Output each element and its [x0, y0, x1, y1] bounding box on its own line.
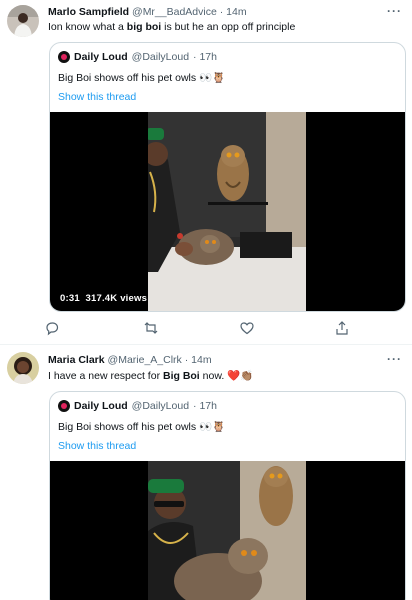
avatar[interactable] [7, 352, 39, 384]
tweet-header: Marlo Sampfield @Mr__BadAdvice · 14m [48, 6, 247, 18]
video-duration: 0:31 [60, 293, 80, 304]
quote-author-handle: @DailyLoud [131, 400, 190, 412]
quote-header: Daily Loud @DailyLoud · 17h [58, 400, 217, 412]
author-name[interactable]: Marlo Sampfield [48, 6, 129, 18]
video-player[interactable] [50, 461, 405, 600]
author-name[interactable]: Maria Clark [48, 354, 105, 366]
tweet-text-part: is but he an opp off principle [161, 21, 296, 33]
quote-author-handle: @DailyLoud [131, 51, 190, 63]
quote-header: Daily Loud @DailyLoud · 17h [58, 51, 217, 63]
quoted-tweet[interactable]: Daily Loud @DailyLoud · 17h Big Boi show… [49, 42, 406, 312]
tweet-header: Maria Clark @Marie_A_Clrk · 14m [48, 354, 212, 366]
quote-text: Big Boi shows off his pet owls 👀🦉 [58, 72, 226, 84]
tweet-text-bold: big boi [126, 21, 162, 33]
timestamp[interactable]: · 14m [220, 6, 247, 18]
quote-author-name: Daily Loud [74, 51, 128, 63]
author-handle[interactable]: @Mr__BadAdvice [132, 6, 217, 18]
tweet-actions [44, 320, 354, 336]
video-views: 317.4K views [85, 293, 148, 304]
video-frame [148, 112, 306, 311]
quoted-tweet[interactable]: Daily Loud @DailyLoud · 17h Big Boi show… [49, 391, 406, 600]
author-handle[interactable]: @Marie_A_Clrk [108, 354, 182, 366]
show-thread-link[interactable]: Show this thread [58, 440, 136, 452]
daily-loud-logo-icon [58, 400, 70, 412]
share-icon[interactable] [334, 320, 350, 336]
like-icon[interactable] [239, 320, 255, 336]
tweet-text-part: I have a new respect for [48, 370, 163, 382]
timestamp[interactable]: · 14m [185, 354, 212, 366]
video-player[interactable]: 0:31 317.4K views [50, 112, 405, 311]
daily-loud-logo-icon [58, 51, 70, 63]
more-icon[interactable]: ··· [387, 4, 402, 18]
avatar[interactable] [7, 5, 39, 37]
tweet-1[interactable]: Marlo Sampfield @Mr__BadAdvice · 14m ···… [0, 0, 412, 345]
quote-text: Big Boi shows off his pet owls 👀🦉 [58, 421, 226, 433]
video-badge: 0:31 317.4K views [60, 293, 147, 304]
tweet-2[interactable]: Maria Clark @Marie_A_Clrk · 14m ··· I ha… [0, 345, 412, 600]
tweet-text-bold: Big Boi [162, 370, 200, 382]
more-icon[interactable]: ··· [387, 352, 402, 366]
reply-icon[interactable] [44, 320, 60, 336]
quote-timestamp: · 17h [193, 51, 217, 63]
show-thread-link[interactable]: Show this thread [58, 91, 136, 103]
tweet-text: Ion know what a big boi is but he an opp… [48, 21, 295, 33]
quote-timestamp: · 17h [193, 400, 217, 412]
tweet-text: I have a new respect for Big Boi now. ❤️… [48, 369, 253, 382]
quote-author-name: Daily Loud [74, 400, 128, 412]
tweet-text-part: Ion know what a [48, 21, 127, 33]
video-frame [148, 461, 306, 600]
tweet-text-part: now. ❤️👏🏽 [199, 370, 254, 382]
retweet-icon[interactable] [143, 320, 159, 336]
